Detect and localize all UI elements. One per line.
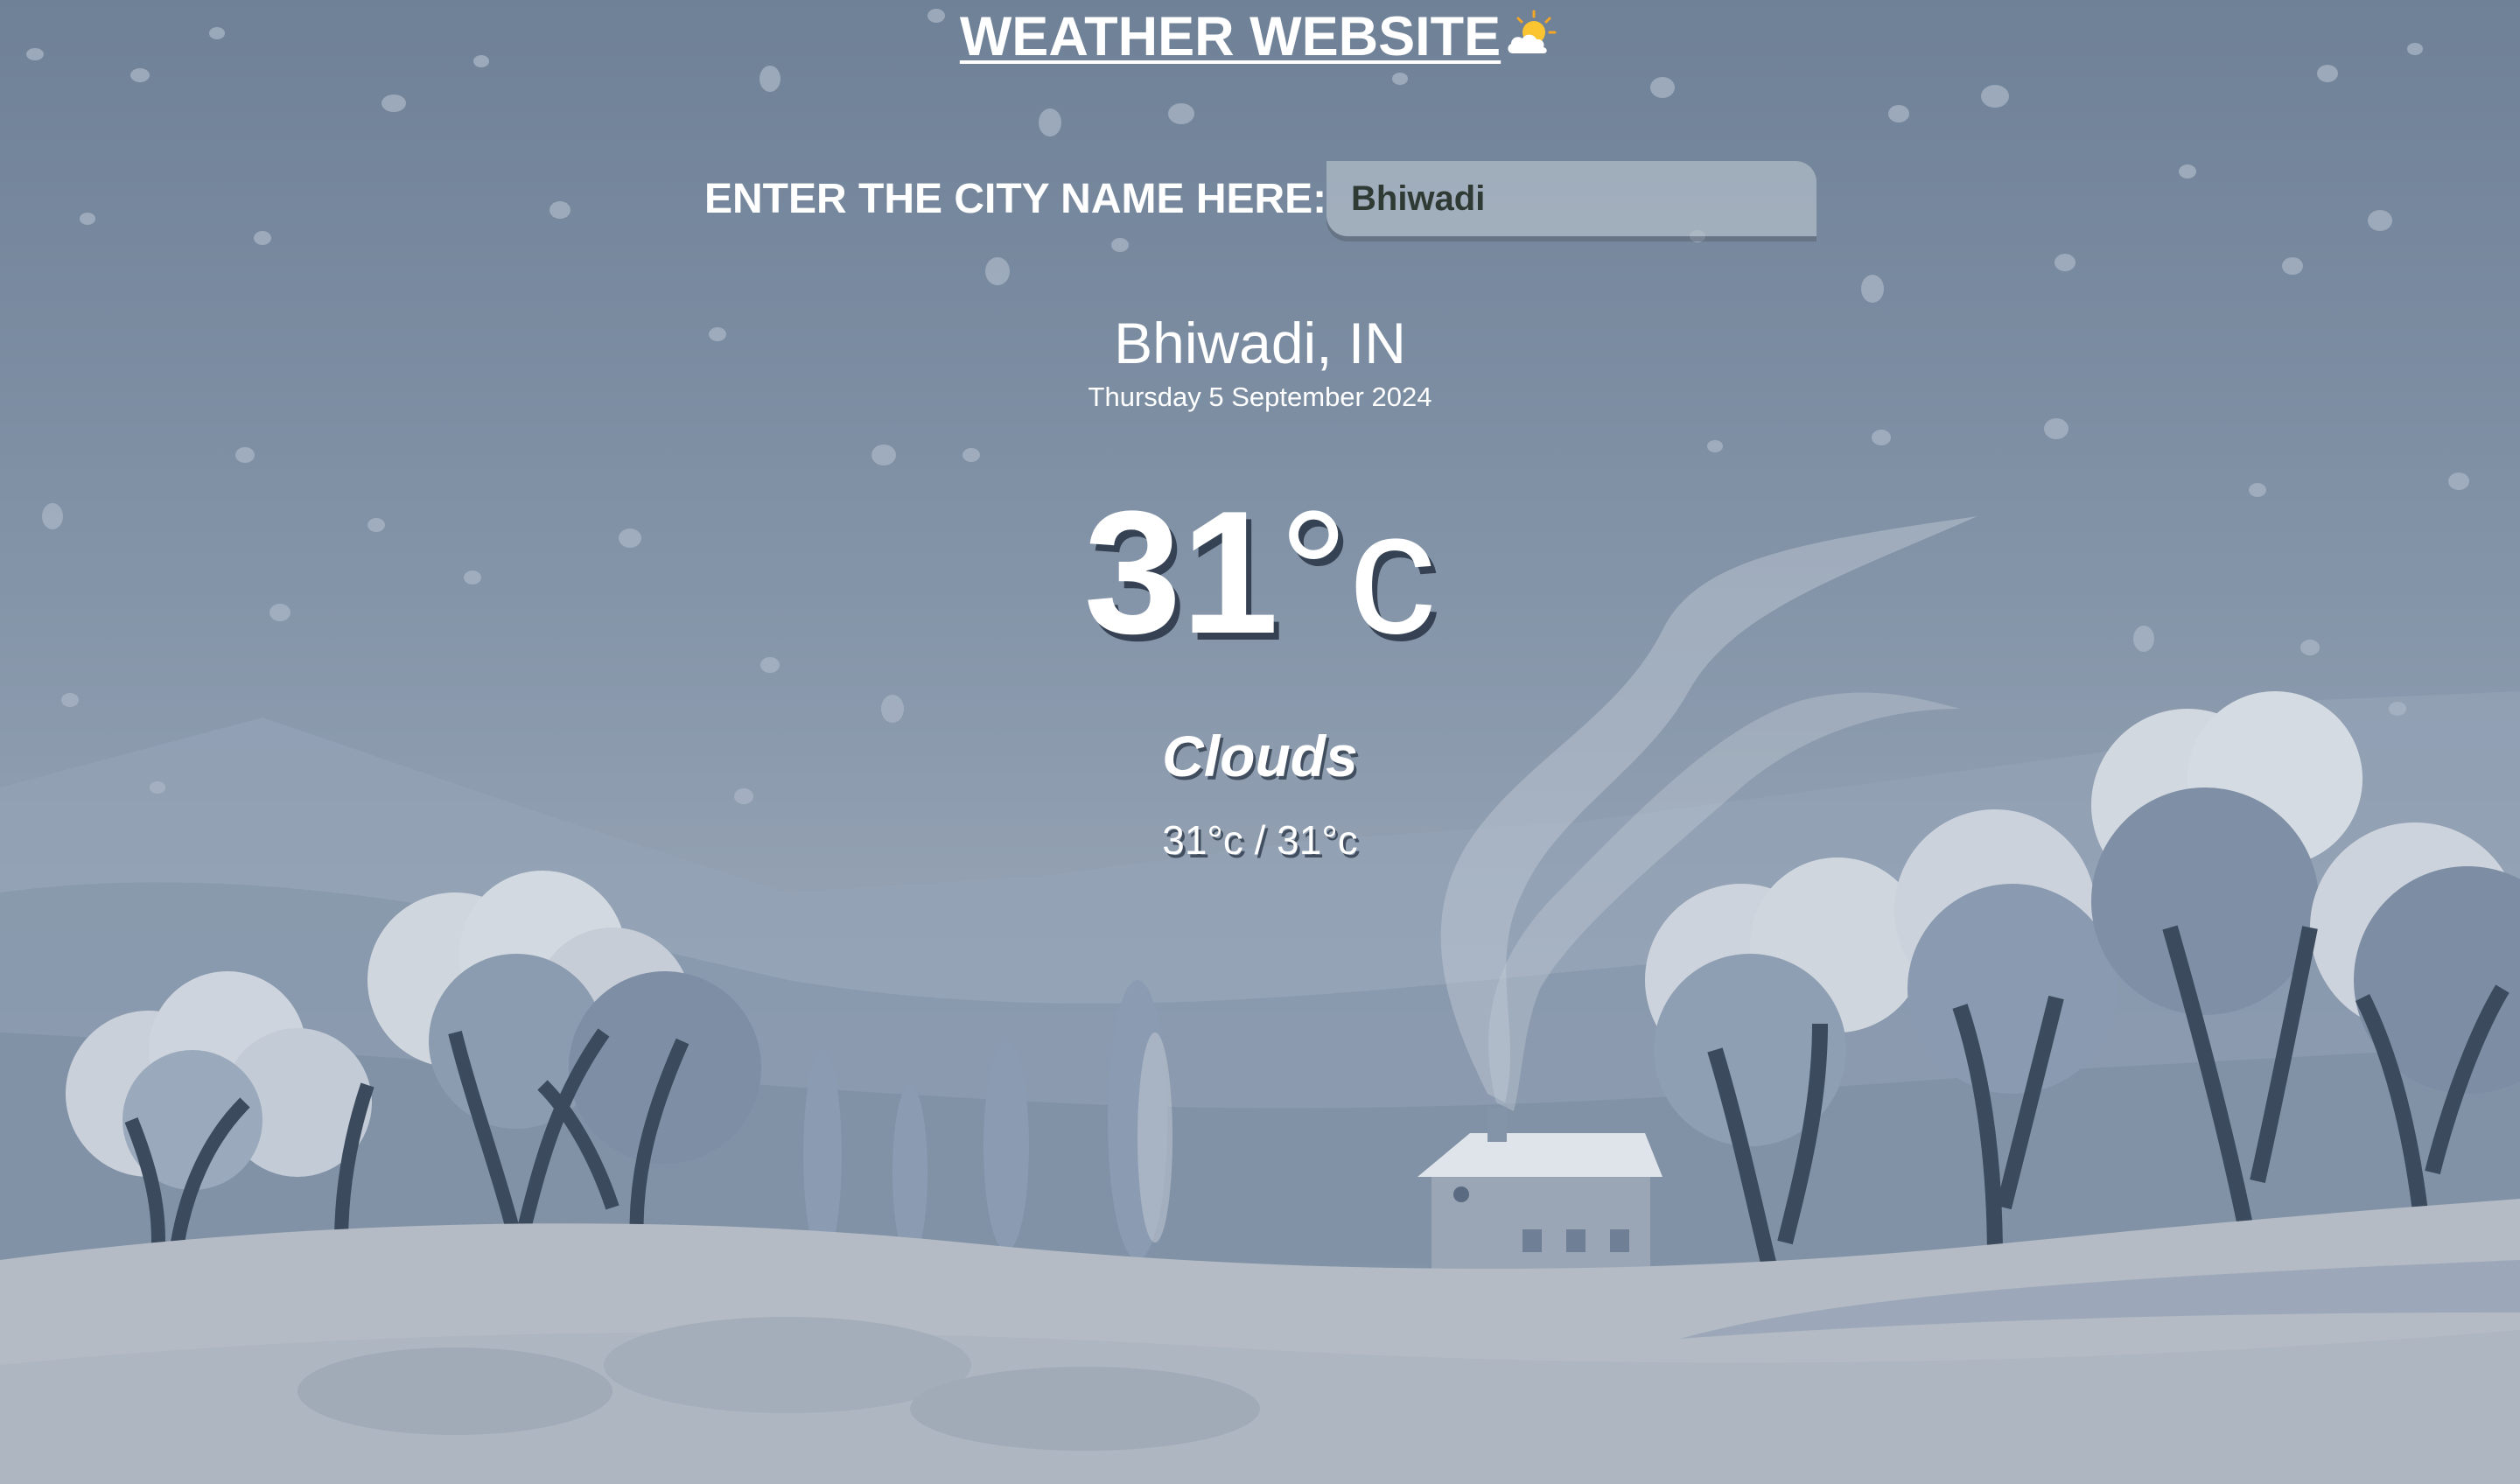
search-form: ENTER THE CITY NAME HERE:	[0, 159, 2520, 240]
weather-app: WEATHER WEBSITE ENTER THE CITY NAME HERE…	[0, 0, 2520, 1484]
temperature-value: 31	[1083, 475, 1279, 670]
current-date: Thursday 5 September 2024	[1088, 382, 1432, 412]
sun-behind-cloud-icon	[1504, 8, 1560, 60]
page-title-text: WEATHER WEBSITE	[959, 6, 1502, 67]
city-search-input[interactable]	[1326, 161, 1816, 236]
high-low-temperature: 31°c / 31°c	[1162, 817, 1358, 863]
current-temperature: 31°c	[0, 472, 2520, 674]
city-input-label: ENTER THE CITY NAME HERE:	[704, 176, 1327, 222]
temperature-unit: °c	[1278, 475, 1437, 670]
weather-condition: Clouds	[1162, 724, 1358, 788]
page-title: WEATHER WEBSITE	[0, 4, 2520, 70]
location-name: Bhiwadi, IN	[1114, 311, 1406, 375]
